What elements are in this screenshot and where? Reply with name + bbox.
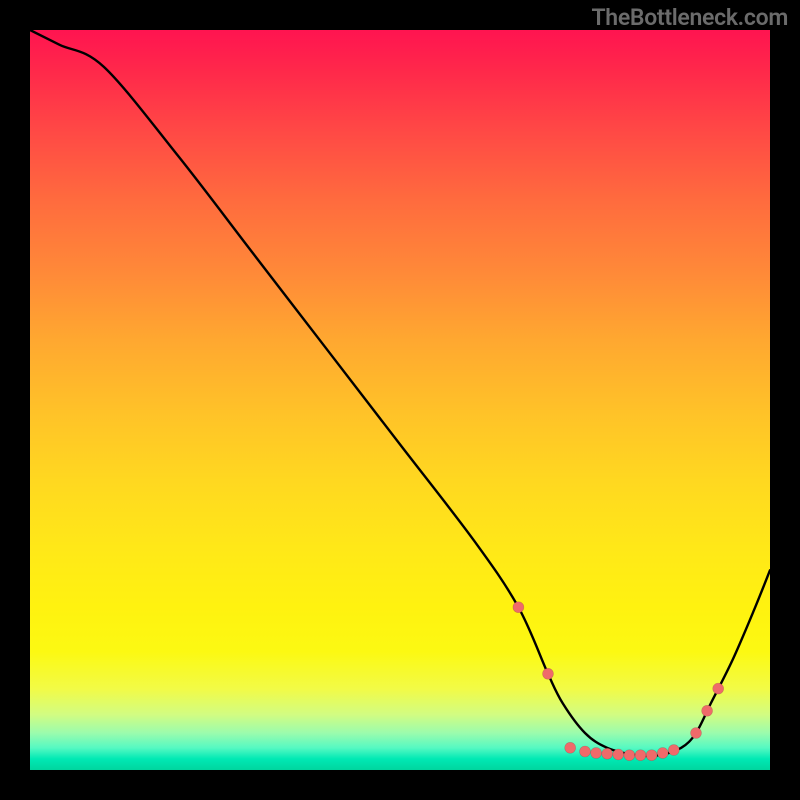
watermark-text: TheBottleneck.com [591,4,788,31]
curve-svg [30,30,770,770]
plot-area [30,30,770,770]
chart-frame: TheBottleneck.com [0,0,800,800]
curve-marker [591,747,602,758]
curve-marker [657,747,668,758]
curve-markers [513,602,724,761]
curve-line [30,30,770,756]
curve-marker [691,728,702,739]
curve-marker [565,742,576,753]
curve-marker [635,750,646,761]
curve-marker [613,749,624,760]
curve-marker [513,602,524,613]
curve-marker [624,750,635,761]
curve-marker [602,748,613,759]
curve-marker [543,668,554,679]
curve-marker [580,746,591,757]
curve-marker [668,745,679,756]
curve-marker [646,750,657,761]
curve-marker [702,705,713,716]
curve-marker [713,683,724,694]
